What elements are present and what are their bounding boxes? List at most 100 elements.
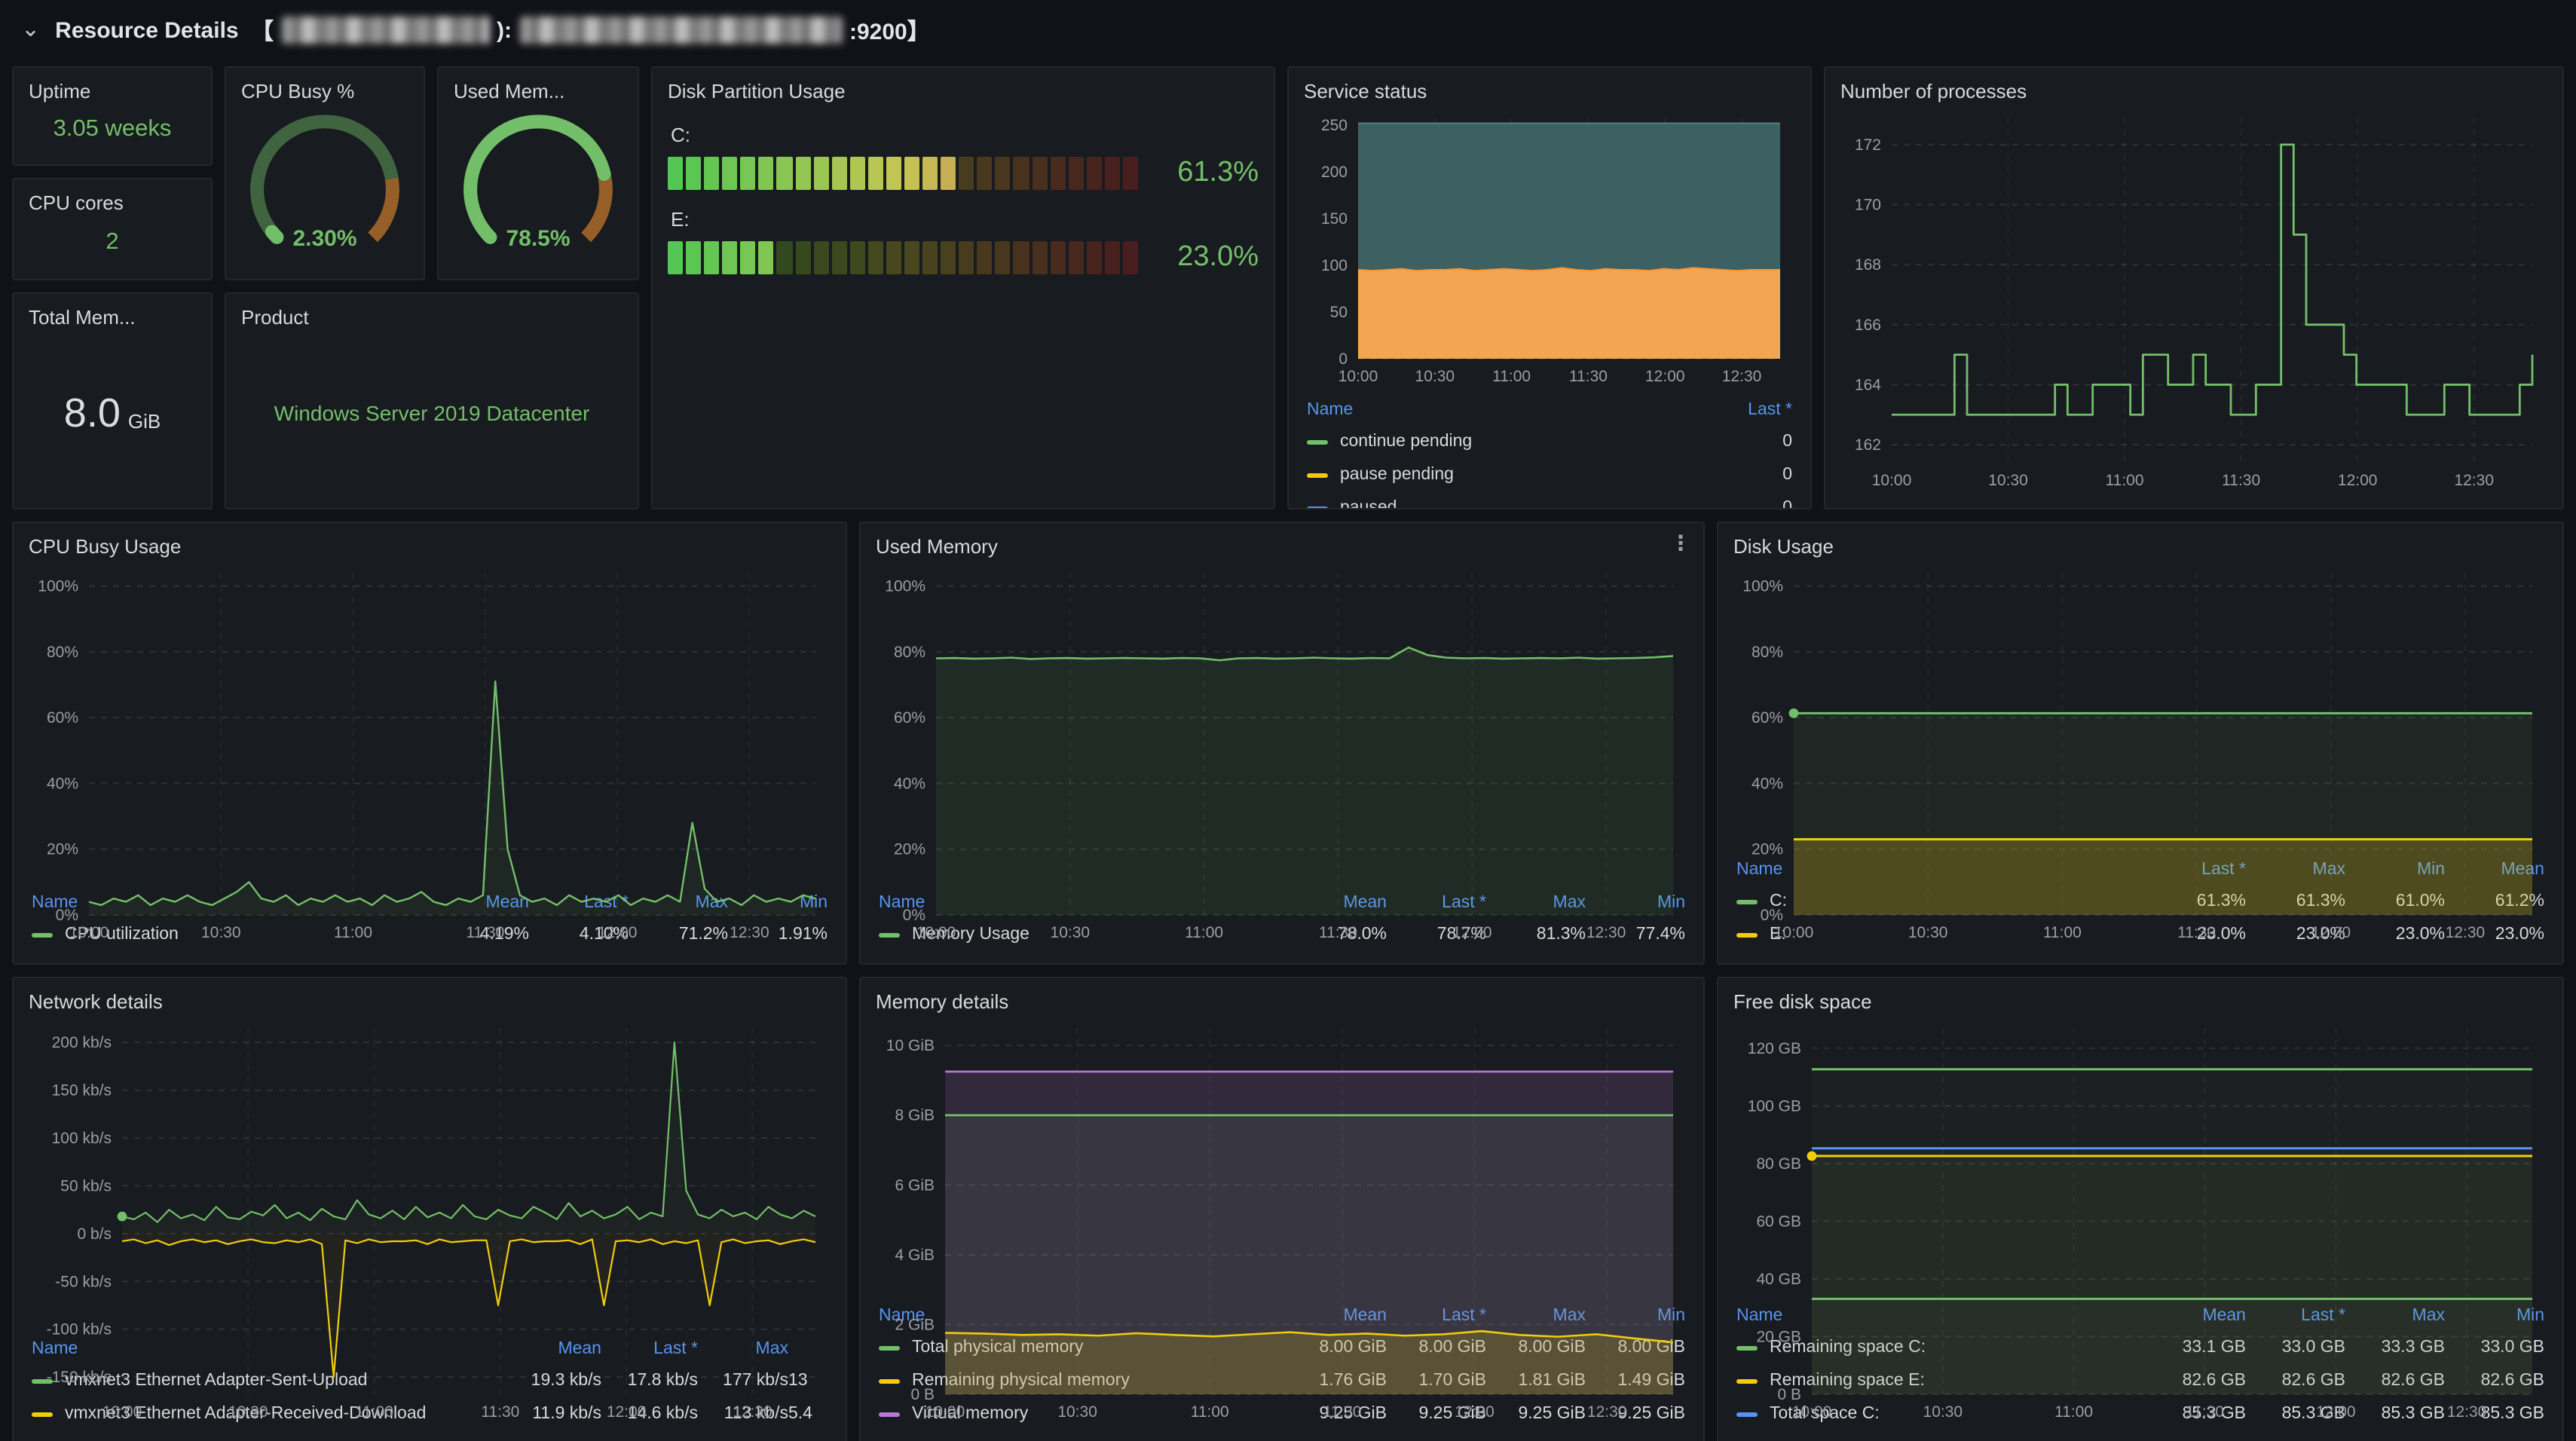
chart-disk_usage[interactable]: 0%20%40%60%80%100%10:0010:3011:0011:3012…	[1733, 561, 2547, 948]
panel-title[interactable]: Used Memory	[876, 535, 1688, 558]
chart-free_disk[interactable]: 0 B20 GB40 GB60 GB80 GB100 GB120 GB10:00…	[1733, 1016, 2547, 1427]
panel-title[interactable]: Number of processes	[1840, 80, 2547, 102]
partition-label: C:	[671, 124, 1259, 146]
total-mem-value: 8.0 GiB	[29, 332, 196, 496]
svg-text:11:30: 11:30	[2222, 472, 2260, 489]
svg-text:40 GB: 40 GB	[1756, 1271, 1801, 1288]
svg-text:11:30: 11:30	[1319, 924, 1357, 941]
chart-processes[interactable]: 16216416616817017210:0010:3011:0011:3012…	[1840, 106, 2547, 496]
led-segment	[704, 157, 719, 190]
svg-text:12:00: 12:00	[2311, 924, 2351, 941]
svg-text:0%: 0%	[1761, 907, 1783, 924]
redacted-address	[519, 17, 842, 44]
chart-memory_details[interactable]: 0 B2 GiB4 GiB6 GiB8 GiB10 GiB10:0010:301…	[876, 1016, 1688, 1427]
panel-title[interactable]: Product	[241, 306, 623, 329]
cpu-busy-usage-chart[interactable]: 0%20%40%60%80%100%10:0010:3011:0011:3012…	[29, 561, 831, 885]
svg-text:0 b/s: 0 b/s	[77, 1225, 112, 1243]
chart-used_memory[interactable]: 0%20%40%60%80%100%10:0010:3011:0011:3012…	[876, 561, 1688, 948]
service-status-legend: NameLast *continue pending0pause pending…	[1304, 395, 1795, 509]
panel-title[interactable]: Free disk space	[1733, 990, 2547, 1013]
disk-usage-chart[interactable]: 0%20%40%60%80%100%10:0010:3011:0011:3012…	[1733, 561, 2547, 852]
led-segment	[1087, 157, 1102, 190]
svg-text:12:00: 12:00	[1645, 368, 1685, 385]
led-segment	[831, 157, 846, 190]
processes-chart[interactable]: 16216416616817017210:0010:3011:0011:3012…	[1840, 106, 2547, 496]
svg-text:172: 172	[1855, 136, 1881, 154]
gauge-svg: 2.30%	[241, 106, 408, 267]
svg-text:164: 164	[1855, 376, 1881, 393]
panel-title[interactable]: CPU Busy Usage	[29, 535, 831, 558]
panel-menu-icon[interactable]: ⋮	[1670, 531, 1691, 556]
svg-text:11:30: 11:30	[1569, 368, 1608, 385]
led-segment	[1068, 241, 1083, 274]
panel-title[interactable]: CPU cores	[29, 191, 196, 214]
svg-text:11:30: 11:30	[466, 924, 504, 941]
svg-text:50 kb/s: 50 kb/s	[60, 1177, 112, 1195]
svg-text:150 kb/s: 150 kb/s	[52, 1082, 112, 1099]
collapse-chevron-icon[interactable]: ⌄	[21, 23, 40, 38]
legend-header-last[interactable]: Last *	[1711, 401, 1792, 419]
led-segment	[722, 157, 737, 190]
panel-title[interactable]: CPU Busy %	[241, 80, 408, 102]
svg-text:250: 250	[1321, 117, 1348, 134]
panel-total-mem: Total Mem... 8.0 GiB	[12, 292, 213, 509]
panel-title[interactable]: Network details	[29, 990, 831, 1013]
svg-text:2.30%: 2.30%	[292, 226, 356, 251]
panel-cpu-cores: CPU cores 2	[12, 178, 213, 280]
legend-row: paused0	[1304, 491, 1795, 509]
panel-cpu-busy-usage: CPU Busy Usage 0%20%40%60%80%100%10:0010…	[12, 522, 847, 965]
led-segment	[941, 241, 956, 274]
led-segment	[668, 157, 683, 190]
svg-text:10:30: 10:30	[201, 924, 241, 941]
chart-cpu_busy_usage[interactable]: 0%20%40%60%80%100%10:0010:3011:0011:3012…	[29, 561, 831, 948]
led-segment	[759, 241, 774, 274]
dashboard-title[interactable]: Resource Details 【): :9200】	[55, 14, 930, 46]
legend-series-name[interactable]: pause pending	[1307, 466, 1711, 484]
led-segment	[977, 157, 993, 190]
svg-text:40%: 40%	[894, 775, 925, 792]
svg-text:200: 200	[1321, 164, 1348, 181]
panel-title[interactable]: Memory details	[876, 990, 1688, 1013]
chart-service_status[interactable]: 05010015020025010:0010:3011:0011:3012:00…	[1304, 106, 1795, 392]
svg-text:0: 0	[1338, 350, 1348, 368]
panel-title[interactable]: Disk Usage	[1733, 535, 2547, 558]
panel-title[interactable]: Disk Partition Usage	[668, 80, 1259, 102]
led-segment	[831, 241, 846, 274]
panel-title[interactable]: Used Mem...	[454, 80, 623, 102]
svg-text:10:30: 10:30	[1908, 924, 1948, 941]
svg-text:8 GiB: 8 GiB	[895, 1107, 935, 1124]
legend-series-name[interactable]: continue pending	[1307, 433, 1711, 451]
svg-text:12:00: 12:00	[607, 1403, 647, 1421]
panel-used-memory: Used Memory ⋮ 0%20%40%60%80%100%10:0010:…	[859, 522, 1705, 965]
memory-details-chart[interactable]: 0 B2 GiB4 GiB6 GiB8 GiB10 GiB10:0010:301…	[876, 1016, 1688, 1298]
panel-title[interactable]: Uptime	[29, 80, 196, 102]
svg-text:12:30: 12:30	[1587, 1403, 1627, 1421]
service-status-chart[interactable]: 05010015020025010:0010:3011:0011:3012:00…	[1304, 106, 1795, 392]
svg-text:10:00: 10:00	[916, 924, 956, 941]
title-separator: ):	[497, 17, 512, 43]
partition-percent: 23.0%	[1153, 241, 1259, 274]
panel-title[interactable]: Service status	[1304, 80, 1795, 102]
led-segment	[1032, 241, 1047, 274]
series-color-icon	[1307, 506, 1328, 509]
led-bar	[668, 241, 1138, 274]
svg-text:11:30: 11:30	[2186, 1403, 2224, 1421]
led-segment	[759, 157, 774, 190]
legend-header-name[interactable]: Name	[1307, 401, 1711, 419]
svg-text:10:30: 10:30	[1988, 472, 2028, 489]
panel-network-details: Network details 200 kb/s150 kb/s100 kb/s…	[12, 977, 847, 1441]
svg-text:168: 168	[1855, 256, 1881, 274]
svg-text:11:30: 11:30	[1323, 1403, 1361, 1421]
led-segment	[1014, 157, 1029, 190]
title-port: :9200】	[849, 14, 930, 46]
used-memory-chart[interactable]: 0%20%40%60%80%100%10:0010:3011:0011:3012…	[876, 561, 1688, 885]
svg-text:100 kb/s: 100 kb/s	[52, 1130, 112, 1147]
network-details-chart[interactable]: 200 kb/s150 kb/s100 kb/s50 kb/s0 b/s-50 …	[29, 1016, 831, 1331]
led-segment	[904, 241, 919, 274]
legend-series-label: pause pending	[1340, 466, 1454, 484]
free-disk-space-chart[interactable]: 0 B20 GB40 GB60 GB80 GB100 GB120 GB10:00…	[1733, 1016, 2547, 1298]
chart-network[interactable]: 200 kb/s150 kb/s100 kb/s50 kb/s0 b/s-50 …	[29, 1016, 831, 1427]
svg-text:12:30: 12:30	[2446, 924, 2486, 941]
legend-series-name[interactable]: paused	[1307, 499, 1711, 509]
panel-title[interactable]: Total Mem...	[29, 306, 196, 329]
